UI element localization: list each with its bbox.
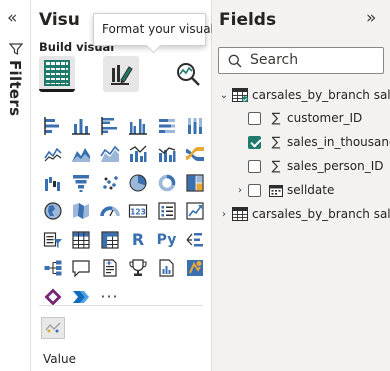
multi-row-card-icon[interactable] <box>155 200 178 223</box>
svg-text:123: 123 <box>130 208 146 217</box>
stacked-bar-chart-icon[interactable] <box>41 114 64 137</box>
field-checkbox[interactable] <box>248 183 261 197</box>
format-visual-button[interactable] <box>103 56 139 92</box>
value-well-label: Value <box>43 352 76 366</box>
fields-pane: Fields » Search ⌄ carsales_by_branch sal… <box>212 0 390 371</box>
donut-chart-icon[interactable] <box>155 171 178 194</box>
r-script-visual-icon[interactable]: R <box>127 228 150 251</box>
table-node-carsales[interactable]: ⌄ carsales_by_branch sale... <box>218 85 390 105</box>
waterfall-chart-icon[interactable] <box>41 171 64 194</box>
funnel-chart-icon[interactable] <box>70 171 93 194</box>
metrics-trophy-icon[interactable] <box>127 257 150 280</box>
map-icon[interactable] <box>41 200 64 223</box>
stacked-column-chart-icon[interactable] <box>70 114 93 137</box>
pie-chart-icon[interactable] <box>127 171 150 194</box>
filled-map-icon[interactable] <box>70 200 93 223</box>
table-icon <box>232 88 248 102</box>
table-node-carsales-2[interactable]: › carsales_by_branch sale... <box>218 204 390 224</box>
sum-icon: ∑ <box>271 110 281 126</box>
line-and-stacked-column-chart-icon[interactable] <box>155 143 178 166</box>
field-row-selldate[interactable]: › selldate <box>234 180 334 200</box>
search-icon <box>228 54 242 68</box>
line-chart-icon[interactable] <box>41 143 64 166</box>
analytics-button[interactable] <box>170 56 206 92</box>
kpi-icon[interactable] <box>184 200 207 223</box>
filters-pane[interactable]: « Filters <box>0 0 31 371</box>
gallery-divider <box>39 305 203 306</box>
field-checkbox[interactable] <box>248 159 261 173</box>
format-visual-icon <box>111 65 133 85</box>
100-stacked-bar-chart-icon[interactable] <box>155 114 178 137</box>
scatter-chart-icon[interactable] <box>98 171 121 194</box>
chevron-right-icon[interactable]: › <box>234 185 246 196</box>
field-name: selldate <box>287 183 335 197</box>
qna-icon[interactable] <box>70 257 93 280</box>
paginated-report-icon[interactable] <box>155 257 178 280</box>
field-name: customer_ID <box>287 111 363 125</box>
ribbon-chart-icon[interactable] <box>184 143 207 166</box>
sum-icon: ∑ <box>271 158 281 174</box>
table-icon[interactable] <box>70 228 93 251</box>
clustered-bar-chart-icon[interactable] <box>98 114 121 137</box>
custom-visual-icon[interactable] <box>41 317 65 339</box>
key-influencers-icon[interactable] <box>184 228 207 251</box>
chevron-right-icon[interactable]: › <box>218 209 230 220</box>
field-name: sales_person_ID <box>287 159 384 173</box>
analytics-icon <box>177 63 200 86</box>
filters-label[interactable]: Filters <box>6 60 24 116</box>
python-visual-icon[interactable]: Py <box>155 228 178 251</box>
table-icon <box>232 207 248 221</box>
smart-narrative-icon[interactable] <box>98 257 121 280</box>
field-name: sales_in_thousand <box>287 135 390 149</box>
area-chart-icon[interactable] <box>70 143 93 166</box>
azure-map-icon[interactable] <box>184 257 207 280</box>
sum-icon: ∑ <box>271 134 281 150</box>
visualizations-title: Visu <box>39 10 80 30</box>
collapse-filters-icon[interactable]: « <box>7 10 17 27</box>
collapse-fields-icon[interactable]: » <box>366 10 376 27</box>
build-visual-button[interactable] <box>39 56 75 92</box>
fields-search-input[interactable]: Search <box>218 47 384 74</box>
card-icon[interactable]: 123 <box>127 200 150 223</box>
calendar-hierarchy-icon <box>269 184 283 197</box>
field-row-sales-person-id[interactable]: ∑ sales_person_ID <box>248 156 384 176</box>
slicer-icon[interactable] <box>41 228 64 251</box>
gauge-icon[interactable] <box>98 200 121 223</box>
field-checkbox-checked[interactable] <box>248 135 261 149</box>
build-visual-icon <box>44 59 70 86</box>
100-stacked-column-chart-icon[interactable] <box>184 114 207 137</box>
clustered-column-chart-icon[interactable] <box>127 114 150 137</box>
matrix-icon[interactable] <box>98 228 121 251</box>
format-visual-tooltip: Format your visual <box>93 13 214 46</box>
search-placeholder: Search <box>250 52 299 68</box>
visual-types-gallery: 123 R Py ··· <box>41 114 207 308</box>
table-name: carsales_by_branch sale... <box>252 88 390 102</box>
line-and-column-chart-icon[interactable] <box>127 143 150 166</box>
visualizations-pane: Visu » Build visual Format your visual <box>31 0 214 371</box>
field-row-customer-id[interactable]: ∑ customer_ID <box>248 108 362 128</box>
table-name: carsales_by_branch sale... <box>252 207 390 221</box>
field-row-sales-in-thousand[interactable]: ∑ sales_in_thousand <box>248 132 390 152</box>
stacked-area-chart-icon[interactable] <box>98 143 121 166</box>
filter-icon <box>9 43 23 55</box>
treemap-icon[interactable] <box>184 171 207 194</box>
field-checkbox[interactable] <box>248 111 261 125</box>
fields-title: Fields <box>219 10 277 30</box>
decomposition-tree-icon[interactable] <box>41 257 64 280</box>
chevron-down-icon[interactable]: ⌄ <box>218 90 230 101</box>
